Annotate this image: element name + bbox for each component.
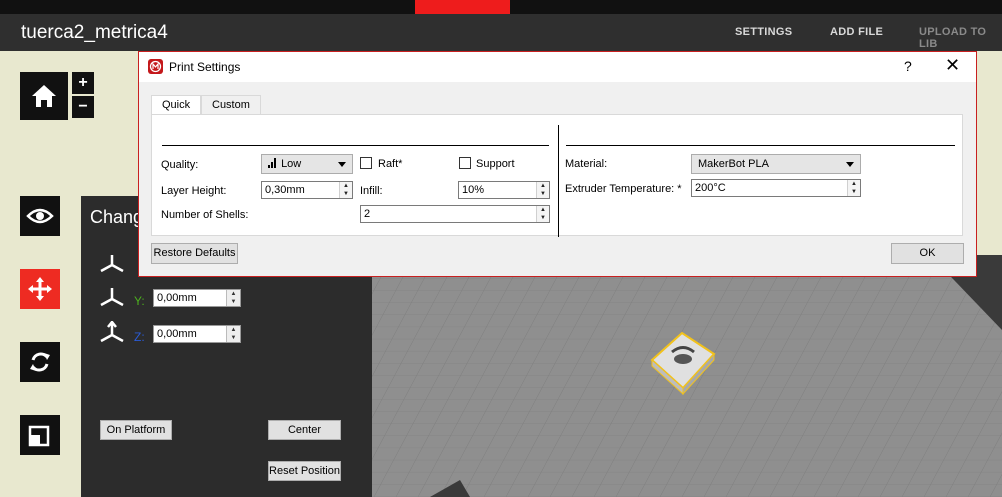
menu-add-file[interactable]: ADD FILE [830, 26, 883, 38]
rotate-icon [30, 352, 50, 372]
close-icon[interactable]: ✕ [945, 55, 960, 76]
chevron-down-icon [338, 162, 346, 167]
tab-quick[interactable]: Quick [151, 95, 202, 116]
scale-button[interactable] [20, 415, 60, 455]
support-checkbox[interactable] [459, 157, 471, 169]
y-spin-arrows[interactable]: ▲ ▼ [226, 290, 240, 306]
on-platform-button[interactable]: On Platform [100, 420, 172, 440]
number-of-shells-value: 2 [364, 208, 371, 220]
y-position-input[interactable]: 0,00mm ▲ ▼ [153, 289, 241, 307]
right-divider [566, 145, 955, 146]
x-axis-row [97, 251, 127, 277]
rotate-button[interactable] [20, 342, 60, 382]
z-position-value: 0,00mm [157, 328, 197, 340]
material-value: MakerBot PLA [698, 158, 769, 170]
help-button[interactable]: ? [904, 58, 912, 74]
z-spin-arrows[interactable]: ▲ ▼ [226, 326, 240, 342]
infill-value: 10% [462, 184, 485, 196]
infill-spin[interactable]: ▲ ▼ [536, 182, 549, 198]
x-axis-icon [100, 255, 124, 273]
number-of-shells-input[interactable]: 2 ▲ ▼ [360, 205, 550, 223]
number-of-shells-label: Number of Shells: [161, 209, 249, 221]
eye-icon [26, 208, 54, 224]
move-button[interactable] [20, 269, 60, 309]
quick-settings-pane: Quality: Low Raft* Support Layer Height:… [151, 114, 963, 237]
quality-bars-icon [268, 158, 276, 168]
layer-height-spin[interactable]: ▲ ▼ [339, 182, 352, 198]
makerbot-app-icon [148, 59, 163, 74]
panel-heading: Chang [90, 207, 144, 227]
raft-checkbox[interactable] [360, 157, 372, 169]
layer-height-value: 0,30mm [265, 184, 305, 196]
scale-icon [28, 425, 50, 447]
z-axis-icon [100, 321, 124, 343]
infill-label: Infill: [360, 185, 383, 197]
print-settings-dialog: Print Settings ? ✕ Quick Custom Quality:… [138, 51, 977, 277]
y-axis-label: Y: [134, 294, 145, 308]
extruder-temperature-value: 200°C [695, 182, 726, 194]
support-label: Support [476, 158, 515, 170]
home-button[interactable] [20, 72, 68, 120]
dialog-titlebar: Print Settings ? ✕ [139, 52, 976, 82]
file-title: tuerca2_metrica4 [21, 22, 168, 43]
reset-position-button[interactable]: Reset Position [268, 461, 341, 481]
move-icon [28, 277, 52, 301]
layer-height-input[interactable]: 0,30mm ▲ ▼ [261, 181, 353, 199]
top-accent-tab[interactable] [415, 0, 510, 14]
quality-label: Quality: [161, 159, 199, 171]
tab-custom[interactable]: Custom [201, 95, 261, 115]
ok-button[interactable]: OK [891, 243, 964, 264]
center-button[interactable]: Center [268, 420, 341, 440]
zoom-out-button[interactable]: − [72, 96, 94, 118]
home-icon [32, 85, 56, 107]
restore-defaults-button[interactable]: Restore Defaults [151, 243, 238, 264]
material-label: Material: [565, 158, 608, 170]
zoom-in-button[interactable]: + [72, 72, 94, 94]
app-titlebar: tuerca2_metrica4 SETTINGS ADD FILE UPLOA… [0, 14, 1002, 51]
y-position-value: 0,00mm [157, 292, 197, 304]
z-axis-label: Z: [134, 330, 145, 344]
dialog-title: Print Settings [169, 60, 241, 74]
y-axis-icon [100, 288, 124, 307]
y-axis-row: Y: 0,00mm ▲ ▼ [97, 288, 247, 315]
menu-upload-to-library[interactable]: UPLOAD TO LIB [919, 26, 1002, 50]
chevron-down-icon [846, 162, 854, 167]
z-position-input[interactable]: 0,00mm ▲ ▼ [153, 325, 241, 343]
extruder-temperature-spin[interactable]: ▲ ▼ [847, 180, 860, 196]
raft-label: Raft* [378, 158, 403, 170]
left-divider [162, 145, 549, 146]
view-button[interactable] [20, 196, 60, 236]
infill-input[interactable]: 10% ▲ ▼ [458, 181, 550, 199]
layer-height-label: Layer Height: [161, 185, 227, 197]
vertical-divider [558, 125, 559, 237]
number-of-shells-spin[interactable]: ▲ ▼ [536, 206, 549, 222]
extruder-temperature-label: Extruder Temperature: * [565, 183, 682, 195]
menu-settings[interactable]: SETTINGS [735, 26, 792, 38]
top-strip [0, 0, 1002, 14]
z-axis-row: Z: 0,00mm ▲ ▼ [97, 321, 247, 351]
material-select[interactable]: MakerBot PLA [691, 154, 861, 174]
quality-value: Low [281, 158, 302, 170]
extruder-temperature-input[interactable]: 200°C ▲ ▼ [691, 179, 861, 197]
quality-select[interactable]: Low [261, 154, 353, 174]
